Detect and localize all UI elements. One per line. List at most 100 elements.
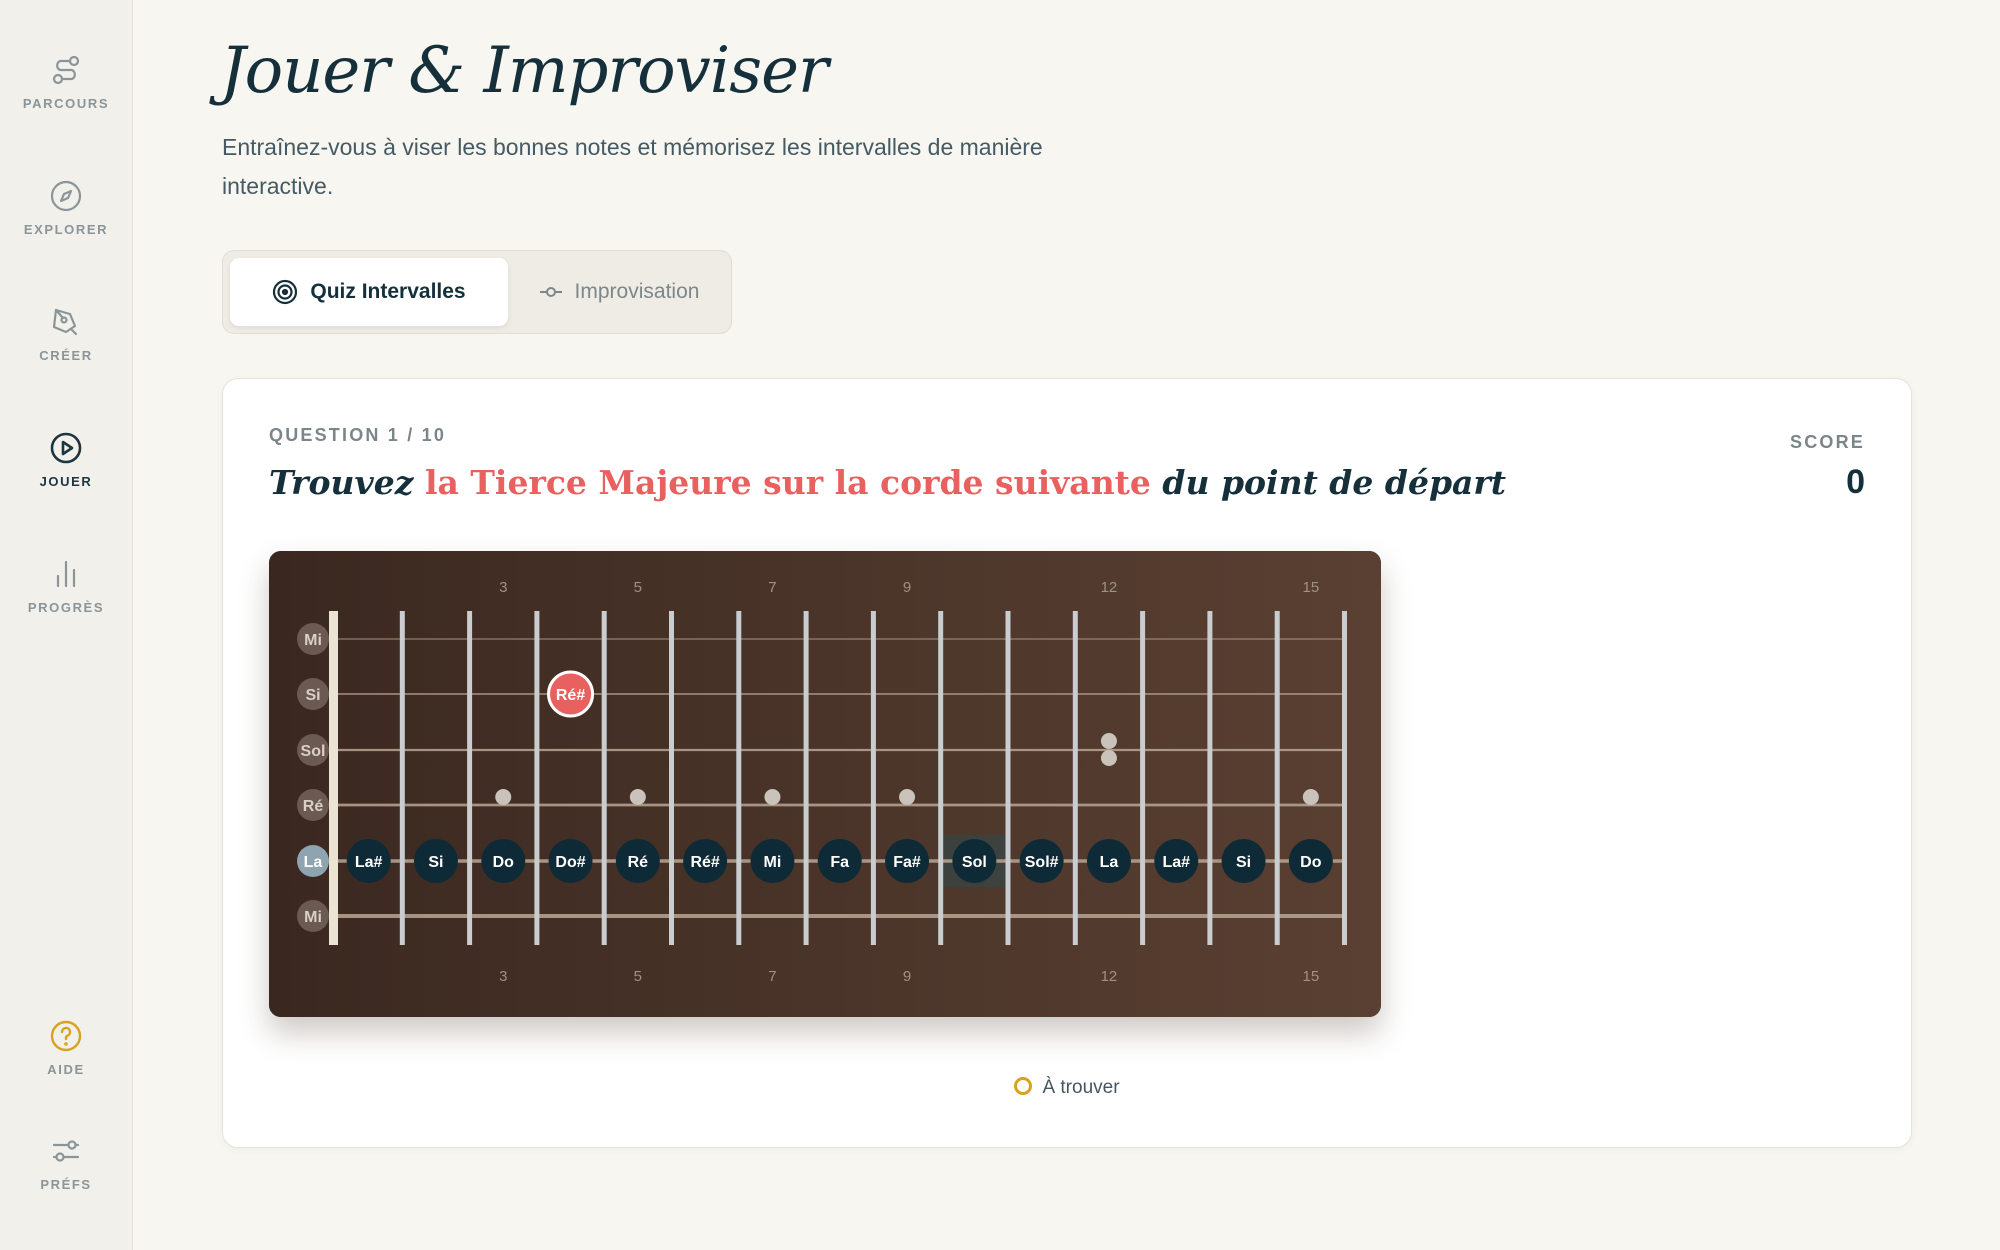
help-icon xyxy=(50,1020,82,1052)
score-label: SCORE xyxy=(1789,432,1865,452)
nut xyxy=(329,611,338,945)
fret-wire xyxy=(736,611,742,945)
fret-number-top: 12 xyxy=(1101,579,1118,596)
nav-explorer[interactable]: EXPLORER xyxy=(0,178,132,237)
page-title: Jouer & Improviser xyxy=(220,34,829,108)
tab-improvisation-label: Improvisation xyxy=(574,280,700,303)
legend-label: À trouver xyxy=(1042,1077,1120,1098)
fretboard-svg: 3 3 5 5 7 7 9 9 12 12 15 15 Mi Si Sol Ré La Mi La# Si Do Do# R… xyxy=(269,551,1381,1017)
inlay-dot xyxy=(1302,789,1319,805)
nav-label-creer: CRÉER xyxy=(39,348,93,363)
tab-quiz-intervalles[interactable]: Quiz Intervalles xyxy=(230,258,508,326)
inlay-dot xyxy=(764,789,781,805)
fret-note-label: Do# xyxy=(555,854,585,871)
fret-wire xyxy=(1207,611,1213,945)
string-label-la: La xyxy=(304,854,323,871)
string-label-ré: Ré xyxy=(303,798,324,815)
nav-label-jouer: JOUER xyxy=(39,474,93,489)
fret-wire xyxy=(1072,611,1078,945)
question-prompt: Trouvez la Tierce Majeure sur la corde s… xyxy=(269,463,1506,502)
nav-label-explorer: EXPLORER xyxy=(23,222,109,237)
sidebar: PARCOURS EXPLORER CRÉER JOUER PROGRÈS AI… xyxy=(0,0,133,1250)
inlay-dot xyxy=(1100,750,1117,766)
fret-note-label: Ré xyxy=(628,854,649,871)
inlay-dot xyxy=(495,789,512,805)
fret-wire xyxy=(1005,611,1011,945)
fret-number-top: 5 xyxy=(634,579,642,596)
fret-note-label: La# xyxy=(355,854,383,871)
fret-wire xyxy=(669,611,674,945)
bar-chart-icon xyxy=(56,560,76,588)
fret-number-top: 9 xyxy=(903,579,911,596)
fret-wire xyxy=(1140,611,1146,945)
fret-wire xyxy=(1342,611,1347,945)
node-icon xyxy=(539,287,562,297)
fret-number-bottom: 5 xyxy=(634,968,642,985)
fret-note-label: Mi xyxy=(764,854,782,871)
fret-wire xyxy=(870,611,876,945)
inlay-dot xyxy=(629,789,646,805)
string-label-mi: Mi xyxy=(304,632,322,649)
fret-number-bottom: 12 xyxy=(1101,968,1118,985)
inlay-dot xyxy=(899,789,916,805)
fretboard: 3 3 5 5 7 7 9 9 12 12 15 15 Mi Si Sol Ré La Mi La# Si Do Do# R… xyxy=(269,551,1381,1017)
mode-tabs: Quiz Intervalles Improvisation xyxy=(222,250,732,334)
nav-progres[interactable]: PROGRÈS xyxy=(0,556,132,615)
string-label-si: Si xyxy=(305,687,320,704)
fret-wire xyxy=(399,611,405,945)
nav-label-progres: PROGRÈS xyxy=(27,600,105,615)
nav-label-aide: AIDE xyxy=(47,1062,85,1077)
question-counter: QUESTION 1 / 10 xyxy=(269,425,447,445)
route-icon xyxy=(52,55,80,85)
fret-wire xyxy=(803,611,809,945)
fret-note-label: La# xyxy=(1162,854,1190,871)
fret-number-bottom: 3 xyxy=(499,968,507,985)
fret-number-top: 15 xyxy=(1303,579,1320,596)
nav-label-prefs: PRÉFS xyxy=(40,1177,92,1192)
fret-note-label: Si xyxy=(1236,854,1251,871)
tab-improvisation[interactable]: Improvisation xyxy=(519,258,719,326)
play-icon xyxy=(50,432,82,464)
question-prompt-end: du point de départ xyxy=(1150,463,1507,502)
nav-label-parcours: PARCOURS xyxy=(22,96,110,111)
fret-number-top: 7 xyxy=(768,579,776,596)
quiz-card: QUESTION 1 / 10 Trouvez la Tierce Majeur… xyxy=(222,378,1912,1148)
page-subtitle: Entraînez-vous à viser les bonnes notes … xyxy=(222,134,1043,199)
target-icon xyxy=(273,279,298,305)
sliders-icon xyxy=(52,1140,80,1162)
fret-wire xyxy=(601,611,607,945)
fretboard-wood xyxy=(269,551,1381,1017)
legend: À trouver xyxy=(223,1077,1911,1099)
score-value: 0 xyxy=(1846,463,1865,501)
nav-jouer[interactable]: JOUER xyxy=(0,430,132,489)
fret-number-bottom: 15 xyxy=(1303,968,1320,985)
fret-wire xyxy=(938,611,944,945)
fret-number-bottom: 9 xyxy=(903,968,911,985)
fret-note-label: Fa xyxy=(830,854,849,871)
pen-icon xyxy=(52,308,78,336)
nav-aide[interactable]: AIDE xyxy=(0,1018,132,1077)
fret-note-label: Ré# xyxy=(690,854,719,871)
string-label-mi: Mi xyxy=(304,909,322,926)
fret-note-label: Do xyxy=(493,854,515,871)
nav-creer[interactable]: CRÉER xyxy=(0,304,132,363)
fret-number-bottom: 7 xyxy=(768,968,776,985)
legend-target-marker xyxy=(1014,1077,1033,1095)
fret-wire xyxy=(1274,611,1280,945)
compass-icon xyxy=(50,180,82,212)
fret-note-label: Fa# xyxy=(893,854,921,871)
nav-parcours[interactable]: PARCOURS xyxy=(0,52,132,111)
start-note-label: Ré# xyxy=(556,687,585,704)
question-prompt-highlight: la Tierce Majeure sur la corde suivante xyxy=(424,463,1151,502)
fret-note-label: La xyxy=(1100,854,1119,871)
fret-wire xyxy=(467,611,473,945)
fret-note-label: Sol# xyxy=(1025,854,1059,871)
fret-note-label: Do xyxy=(1300,854,1322,871)
fret-wire xyxy=(534,611,540,945)
fret-number-top: 3 xyxy=(499,579,507,596)
nav-prefs[interactable]: PRÉFS xyxy=(0,1133,132,1192)
tab-quiz-label: Quiz Intervalles xyxy=(310,280,466,303)
fret-note-label: Si xyxy=(428,854,443,871)
inlay-dot xyxy=(1100,733,1117,749)
question-prompt-start: Trouvez xyxy=(269,463,425,502)
